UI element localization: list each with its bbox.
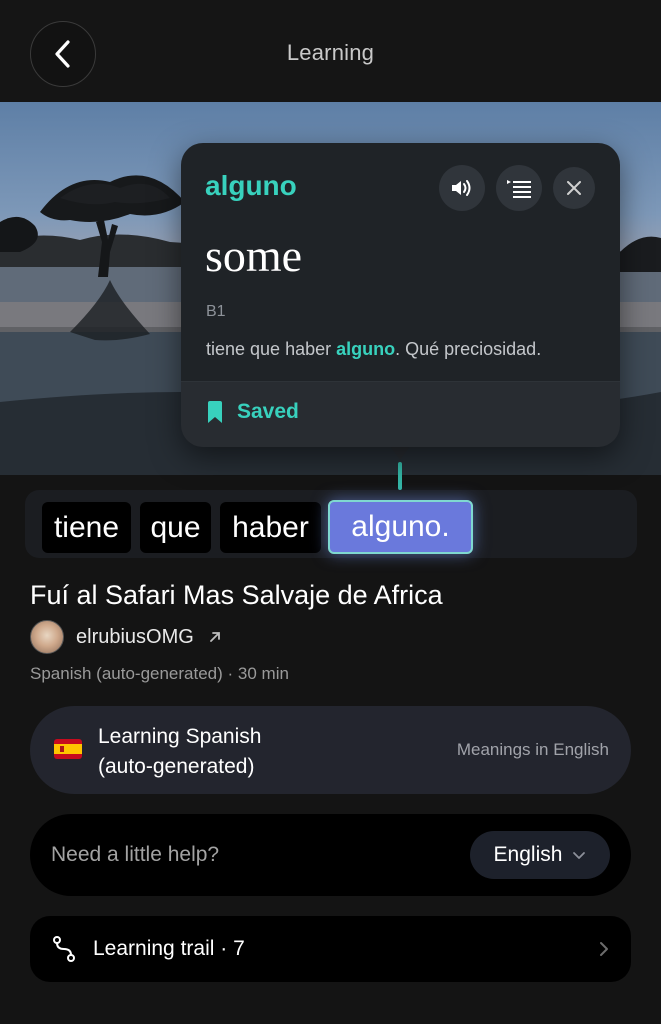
details-list-button[interactable] xyxy=(496,165,542,211)
help-language-select[interactable]: English xyxy=(470,831,610,879)
external-link-arrow-icon xyxy=(209,632,220,642)
speaker-icon xyxy=(452,180,471,196)
trail-route-icon xyxy=(53,936,75,962)
learning-language-card[interactable]: Learning Spanish (auto-generated) Meanin… xyxy=(30,706,631,794)
popup-connector-line xyxy=(398,462,402,490)
close-icon xyxy=(567,181,581,195)
spain-flag-icon xyxy=(54,739,82,759)
channel-link[interactable]: elrubiusOMG xyxy=(30,620,222,654)
saved-label: Saved xyxy=(237,400,299,423)
popup-pointer xyxy=(390,446,410,460)
pronounce-button[interactable] xyxy=(439,165,485,211)
sentence-after: . Qué preciosidad. xyxy=(395,339,542,359)
subtitle-word-selected[interactable]: alguno. xyxy=(328,500,473,554)
list-icon xyxy=(507,180,531,198)
bookmark-icon xyxy=(208,401,222,423)
example-sentence: tiene que haber alguno. Qué preciosidad. xyxy=(206,339,541,360)
close-popup-button[interactable] xyxy=(553,167,595,209)
learning-language-line2: (auto-generated) xyxy=(98,755,255,778)
learning-trail-button[interactable]: Learning trail · 7 xyxy=(30,916,631,982)
learning-trail-label: Learning trail · 7 xyxy=(93,937,245,960)
channel-avatar xyxy=(30,620,64,654)
video-meta: Spanish (auto-generated) · 30 min xyxy=(30,664,289,683)
sentence-before: tiene que haber xyxy=(206,339,337,359)
meanings-language-label: Meanings in English xyxy=(456,740,609,759)
subtitle-line: tiene que haber alguno. xyxy=(25,490,637,558)
translation-text: some xyxy=(205,230,303,281)
sentence-highlight: alguno xyxy=(336,339,396,359)
video-title: Fuí al Safari Mas Salvaje de Africa xyxy=(30,580,443,610)
cefr-level-badge: B1 xyxy=(206,303,226,320)
chevron-down-icon xyxy=(573,851,586,859)
subtitle-word[interactable]: tiene xyxy=(42,502,131,553)
popup-footer: Saved xyxy=(181,381,620,447)
learning-language-line1: Learning Spanish xyxy=(98,725,262,748)
popup-word: alguno xyxy=(205,170,297,201)
subtitle-word[interactable]: haber xyxy=(220,502,321,553)
help-input-bar[interactable]: Need a little help? English xyxy=(30,814,631,896)
help-input-placeholder[interactable]: Need a little help? xyxy=(51,843,219,867)
chevron-right-icon xyxy=(600,942,608,956)
word-definition-popup: alguno some B1 tiene que haber alguno. Q… xyxy=(181,143,620,447)
help-language-label: English xyxy=(493,843,563,866)
subtitle-word[interactable]: que xyxy=(140,502,211,553)
saved-button[interactable]: Saved xyxy=(207,400,299,424)
learning-language-title: Learning Spanish (auto-generated) xyxy=(98,722,261,782)
top-bar: Learning xyxy=(0,0,661,102)
page-title: Learning xyxy=(286,40,375,65)
channel-name: elrubiusOMG xyxy=(76,625,194,648)
